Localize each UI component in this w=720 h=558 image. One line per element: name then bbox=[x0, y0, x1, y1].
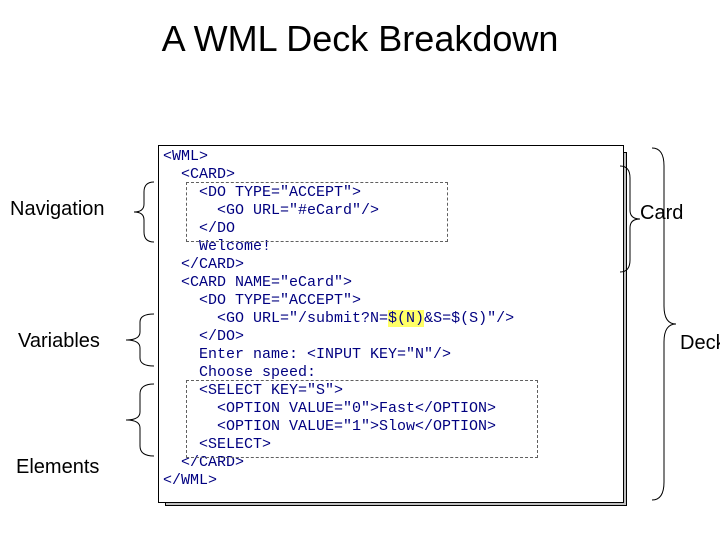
brace-card bbox=[618, 164, 642, 274]
highlight-variable: $(N) bbox=[388, 310, 424, 327]
code-line: Choose speed: bbox=[163, 364, 316, 381]
brace-navigation bbox=[116, 180, 156, 244]
label-navigation: Navigation bbox=[10, 198, 105, 221]
page-title: A WML Deck Breakdown bbox=[0, 18, 720, 60]
code-line: </DO> bbox=[163, 328, 244, 345]
code-line: Enter name: <INPUT KEY="N"/> bbox=[163, 346, 451, 363]
code-line: <CARD NAME="eCard"> bbox=[163, 274, 352, 291]
brace-variables bbox=[106, 312, 156, 368]
label-variables: Variables bbox=[18, 330, 100, 353]
code-line: <DO TYPE="ACCEPT"> bbox=[163, 292, 361, 309]
code-line: </CARD> bbox=[163, 256, 244, 273]
label-deck: Deck bbox=[680, 332, 720, 355]
code-line: </WML> bbox=[163, 472, 217, 489]
highlight-box-elements bbox=[186, 380, 538, 458]
highlight-box-navigation bbox=[186, 182, 448, 242]
label-elements: Elements bbox=[16, 456, 99, 479]
code-line: <CARD> bbox=[163, 166, 235, 183]
brace-deck bbox=[650, 146, 678, 502]
brace-elements bbox=[106, 382, 156, 458]
code-line: <WML> bbox=[163, 148, 208, 165]
code-line: <GO URL="/submit?N=$(N)&S=$(S)"/> bbox=[163, 310, 514, 327]
